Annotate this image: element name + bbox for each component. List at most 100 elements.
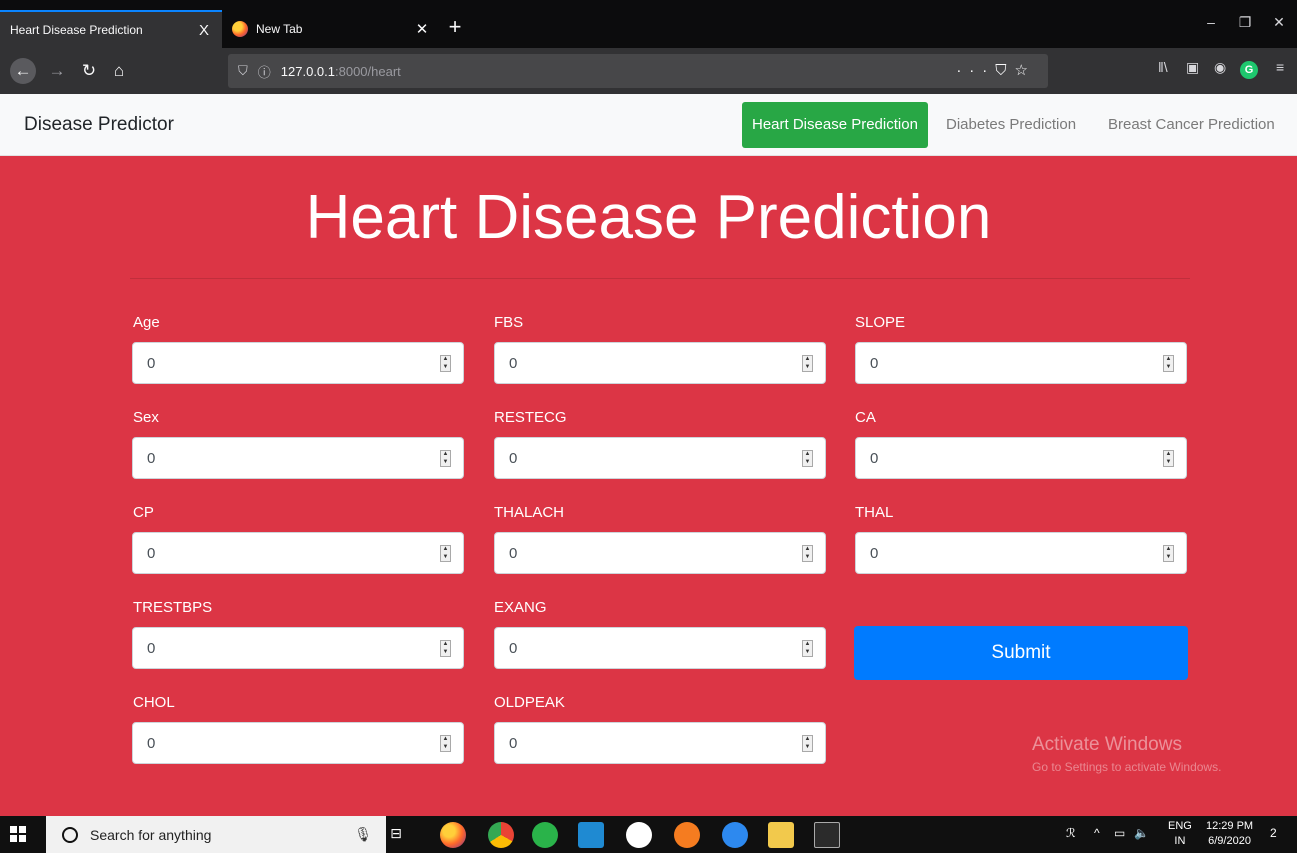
ca-input[interactable]: 0 ▲ ▼	[855, 437, 1187, 479]
trestbps-input[interactable]: 0 ▲ ▼	[132, 627, 464, 669]
tray-chevron-icon[interactable]: ^	[1094, 826, 1100, 840]
terminal-icon[interactable]	[814, 822, 840, 848]
activate-windows-title: Activate Windows	[1032, 734, 1182, 755]
stepper-icon[interactable]: ▲ ▼	[802, 545, 813, 562]
sex-input[interactable]: 0 ▲ ▼	[132, 437, 464, 479]
exang-label: EXANG	[494, 599, 547, 616]
close-icon[interactable]: X	[196, 22, 212, 39]
clock[interactable]: 12:29 PM 6/9/2020	[1206, 819, 1253, 849]
vscode-icon[interactable]	[578, 822, 604, 848]
language-indicator[interactable]: ENG IN	[1168, 819, 1192, 849]
close-icon[interactable]: ✕	[414, 20, 430, 38]
lang-code: ENG	[1168, 820, 1192, 832]
notification-icon[interactable]: 2	[1270, 826, 1277, 840]
people-icon[interactable]: ℛ	[1066, 826, 1076, 840]
submit-button[interactable]: Submit	[854, 626, 1188, 680]
fbs-label: FBS	[494, 314, 524, 331]
nav-heart-disease[interactable]: Heart Disease Prediction	[742, 102, 928, 148]
forward-icon[interactable]: →	[44, 58, 70, 84]
chol-label: CHOL	[133, 694, 175, 711]
thal-label: THAL	[855, 504, 894, 521]
firefox-taskbar-icon[interactable]	[440, 822, 466, 848]
firefox-icon	[232, 21, 248, 37]
ca-value: 0	[870, 449, 879, 467]
stepper-icon[interactable]: ▲ ▼	[440, 735, 451, 752]
tab-title: Heart Disease Prediction	[10, 23, 143, 37]
age-input[interactable]: 0 ▲ ▼	[132, 342, 464, 384]
age-label: Age	[133, 314, 160, 331]
clock-time: 12:29 PM	[1206, 820, 1254, 832]
site-navbar: Disease Predictor Heart Disease Predicti…	[0, 94, 1297, 156]
stepper-icon[interactable]: ▲ ▼	[440, 545, 451, 562]
stepper-icon[interactable]: ▲ ▼	[802, 450, 813, 467]
page-actions-icon[interactable]: ···⛉☆	[956, 61, 1036, 79]
battery-icon[interactable]: ▭	[1114, 826, 1125, 840]
exang-input[interactable]: 0 ▲ ▼	[494, 627, 826, 669]
slope-input[interactable]: 0 ▲ ▼	[855, 342, 1187, 384]
stepper-icon[interactable]: ▲ ▼	[1163, 450, 1174, 467]
reload-icon[interactable]: ↻	[76, 58, 102, 84]
stepper-icon[interactable]: ▲ ▼	[802, 640, 813, 657]
grammarly-icon[interactable]: G	[1240, 61, 1258, 79]
stepper-icon[interactable]: ▲ ▼	[440, 640, 451, 657]
sex-label: Sex	[133, 409, 159, 426]
browser-tab-bar: Heart Disease Prediction X New Tab ✕ + –…	[0, 0, 1297, 48]
stepper-icon[interactable]: ▲ ▼	[802, 735, 813, 752]
fbs-input[interactable]: 0 ▲ ▼	[494, 342, 826, 384]
minimize-icon[interactable]: –	[1196, 14, 1226, 30]
chol-input[interactable]: 0 ▲ ▼	[132, 722, 464, 764]
stepper-icon[interactable]: ▲ ▼	[1163, 355, 1174, 372]
volume-icon[interactable]: 🔈	[1134, 826, 1149, 840]
microphone-icon[interactable]: 🎙	[354, 826, 372, 843]
back-icon[interactable]: ←	[10, 58, 36, 84]
stepper-icon[interactable]: ▲ ▼	[440, 450, 451, 467]
postman-icon[interactable]	[674, 822, 700, 848]
whatsapp-icon[interactable]	[532, 822, 558, 848]
task-view-icon[interactable]: ⊟	[386, 825, 406, 845]
clock-date: 6/9/2020	[1208, 835, 1251, 847]
browser-toolbar: ← → ↻ ⌂ ⛉ ⓘ 127.0.0.1 :8000/heart ···⛉☆ …	[0, 48, 1297, 94]
new-tab-button[interactable]: +	[440, 14, 470, 40]
tab-title: New Tab	[256, 22, 303, 36]
taskbar-search[interactable]: Search for anything 🎙	[46, 816, 386, 853]
sex-value: 0	[147, 449, 156, 467]
chrome-icon[interactable]	[488, 822, 514, 848]
account-icon[interactable]: ◉	[1214, 59, 1226, 76]
restore-icon[interactable]: ❐	[1230, 14, 1260, 31]
info-icon[interactable]: ⓘ	[258, 62, 271, 81]
oldpeak-value: 0	[509, 734, 518, 752]
nav-breast-cancer[interactable]: Breast Cancer Prediction	[1098, 102, 1285, 148]
cp-label: CP	[133, 504, 154, 521]
cp-input[interactable]: 0 ▲ ▼	[132, 532, 464, 574]
slack-icon[interactable]	[626, 822, 652, 848]
stepper-icon[interactable]: ▲ ▼	[802, 355, 813, 372]
library-icon[interactable]: ‖\	[1158, 59, 1168, 75]
window-close-icon[interactable]: ✕	[1264, 14, 1294, 31]
age-value: 0	[147, 354, 156, 372]
thal-value: 0	[870, 544, 879, 562]
thalach-label: THALACH	[494, 504, 565, 521]
tab-heart-disease[interactable]: Heart Disease Prediction X	[0, 10, 222, 48]
teamviewer-icon[interactable]	[722, 822, 748, 848]
sidebar-icon[interactable]: ▣	[1186, 59, 1199, 76]
cp-value: 0	[147, 544, 156, 562]
thal-input[interactable]: 0 ▲ ▼	[855, 532, 1187, 574]
oldpeak-input[interactable]: 0 ▲ ▼	[494, 722, 826, 764]
nav-diabetes[interactable]: Diabetes Prediction	[936, 102, 1086, 148]
taskbar: Search for anything 🎙 ⊟ ℛ ^ ▭ 🔈 ENG IN 1…	[0, 816, 1297, 853]
region-code: IN	[1174, 835, 1186, 847]
home-icon[interactable]: ⌂	[106, 58, 132, 84]
windows-start-icon[interactable]	[10, 826, 26, 842]
file-explorer-icon[interactable]	[768, 822, 794, 848]
ca-label: CA	[855, 409, 876, 426]
address-bar[interactable]: ⛉ ⓘ 127.0.0.1 :8000/heart ···⛉☆	[228, 54, 1048, 88]
stepper-icon[interactable]: ▲ ▼	[1163, 545, 1174, 562]
tab-new-tab[interactable]: New Tab ✕	[222, 10, 440, 48]
cortana-icon	[62, 826, 78, 843]
stepper-icon[interactable]: ▲ ▼	[440, 355, 451, 372]
shield-icon: ⛉	[238, 63, 248, 78]
thalach-input[interactable]: 0 ▲ ▼	[494, 532, 826, 574]
restecg-input[interactable]: 0 ▲ ▼	[494, 437, 826, 479]
brand[interactable]: Disease Predictor	[24, 114, 174, 136]
menu-icon[interactable]: ≡	[1276, 59, 1284, 75]
